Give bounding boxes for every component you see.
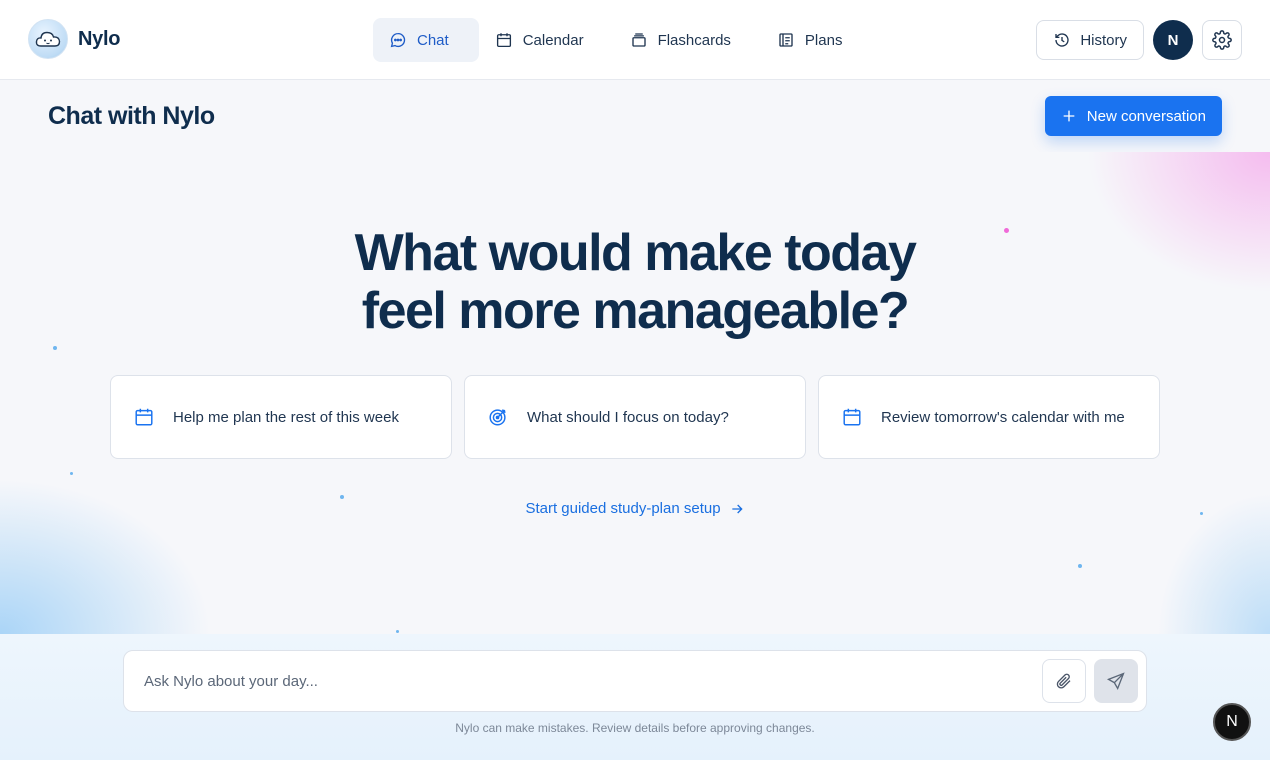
nav-label-calendar: Calendar [522, 31, 584, 49]
guided-setup-label: Start guided study-plan setup [525, 500, 721, 517]
history-label: History [1080, 31, 1127, 49]
brand[interactable]: Nylo [28, 19, 120, 59]
hero-headline-line1: What would make today [354, 224, 917, 282]
nav-item-chat[interactable]: Chat [373, 18, 479, 62]
plus-icon [1063, 110, 1075, 122]
history-icon [1055, 33, 1069, 47]
hero-headline: What would make today feel more manageab… [0, 224, 1270, 340]
nav-label-plans: Plans [804, 31, 843, 49]
suggestion-card-plan-week[interactable]: Help me plan the rest of this week [110, 375, 452, 459]
cloud-logo-icon [28, 19, 68, 59]
new-conversation-button[interactable]: New conversation [1044, 96, 1222, 136]
plans-icon [779, 33, 793, 47]
suggestion-list: Help me plan the rest of this week What … [110, 375, 1160, 459]
guided-setup-link[interactable]: Start guided study-plan setup [0, 500, 1270, 517]
suggestion-label: What should I focus on today? [527, 408, 729, 426]
nav-label-chat: Chat [417, 31, 449, 49]
calendar-icon [843, 408, 861, 426]
page-title: Chat with Nylo [48, 102, 215, 130]
suggestion-card-review-tomorrow[interactable]: Review tomorrow's calendar with me [818, 375, 1160, 459]
suggestion-card-focus-today[interactable]: What should I focus on today? [464, 375, 806, 459]
nav-item-flashcards[interactable]: Flashcards [614, 18, 761, 62]
flashcards-icon [631, 33, 646, 47]
hero-headline-line2: feel more manageable? [361, 282, 910, 340]
nav-label-flashcards: Flashcards [657, 31, 731, 49]
nav-item-calendar[interactable]: Calendar [479, 18, 614, 62]
settings-button[interactable] [1202, 20, 1242, 60]
top-navigation-bar: Nylo Chat Calendar Flashcards Plans Hist… [0, 0, 1270, 80]
header-actions: History N [1036, 20, 1242, 60]
message-composer [123, 650, 1147, 712]
paperclip-icon [1056, 673, 1071, 689]
user-avatar[interactable]: N [1153, 20, 1193, 60]
send-button[interactable] [1094, 659, 1138, 703]
brand-name: Nylo [78, 27, 121, 50]
chat-bubble-icon [390, 32, 406, 48]
arrow-right-icon [731, 504, 743, 513]
main-nav: Chat Calendar Flashcards Plans [373, 18, 872, 62]
page-header: Chat with Nylo New conversation [0, 80, 1270, 152]
suggestion-label: Help me plan the rest of this week [173, 408, 399, 426]
target-icon [489, 409, 506, 426]
suggestion-label: Review tomorrow's calendar with me [881, 408, 1125, 426]
disclaimer-text: Nylo can make mistakes. Review details b… [455, 721, 815, 735]
chat-empty-state: What would make today feel more manageab… [0, 152, 1270, 634]
calendar-icon [496, 33, 511, 48]
new-conversation-label: New conversation [1086, 107, 1206, 125]
attach-button[interactable] [1042, 659, 1086, 703]
history-button[interactable]: History [1036, 20, 1144, 60]
calendar-icon [135, 408, 153, 426]
nav-item-plans[interactable]: Plans [761, 18, 873, 62]
dev-tools-button[interactable]: N [1213, 703, 1251, 741]
message-input[interactable] [144, 665, 1024, 697]
gear-icon [1212, 30, 1232, 50]
send-icon [1106, 672, 1125, 691]
composer-area: Nylo can make mistakes. Review details b… [0, 634, 1270, 760]
